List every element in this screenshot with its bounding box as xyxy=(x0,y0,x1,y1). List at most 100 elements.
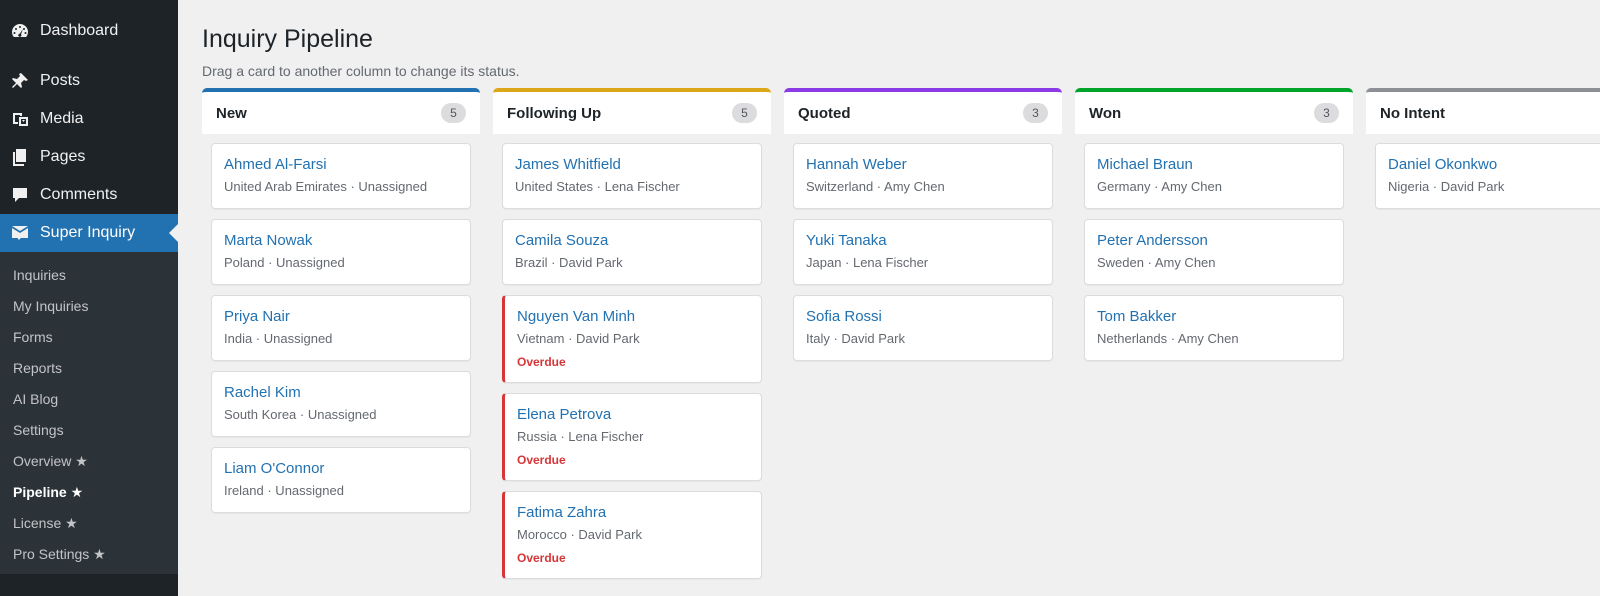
menu-dashboard[interactable]: Dashboard xyxy=(0,12,178,50)
column-title: No Intent xyxy=(1380,104,1445,122)
inquiry-card[interactable]: Elena Petrova Russia · Lena Fischer Overdu… xyxy=(502,393,762,481)
inquiry-name-link[interactable]: Liam O'Connor xyxy=(224,458,458,480)
inquiry-card[interactable]: Priya Nair India · Unassigned xyxy=(211,295,471,361)
column-header: Quoted 3 xyxy=(784,88,1062,134)
inquiry-card[interactable]: Peter Andersson Sweden · Amy Chen xyxy=(1084,219,1344,285)
submenu-settings[interactable]: Settings xyxy=(0,415,178,446)
inquiry-card[interactable]: Hannah Weber Switzerland · Amy Chen xyxy=(793,143,1053,209)
inquiry-meta: Japan · Lena Fischer xyxy=(806,255,929,270)
submenu-my-inquiries[interactable]: My Inquiries xyxy=(0,291,178,322)
main-content: Inquiry Pipeline Drag a card to another … xyxy=(178,0,1600,596)
inquiry-name-link[interactable]: Peter Andersson xyxy=(1097,230,1331,252)
column-cards: Ahmed Al-Farsi United Arab Emirates · Una… xyxy=(202,134,480,513)
inquiry-name-link[interactable]: Sofia Rossi xyxy=(806,306,1040,328)
column-cards: Hannah Weber Switzerland · Amy Chen Yuki T… xyxy=(784,134,1062,361)
column-cards: Michael Braun Germany · Amy Chen Peter And… xyxy=(1075,134,1353,361)
column-count-badge: 3 xyxy=(1314,103,1339,123)
inquiry-name-link[interactable]: Fatima Zahra xyxy=(517,502,749,524)
menu-super-inquiry-label: Super Inquiry xyxy=(40,224,136,241)
inquiry-meta: Nigeria · David Park xyxy=(1388,179,1505,194)
inquiry-card[interactable]: James Whitfield United States · Lena Fisc… xyxy=(502,143,762,209)
admin-sidebar: Dashboard Posts Media Pages Comments Sup… xyxy=(0,0,178,596)
submenu-reports[interactable]: Reports xyxy=(0,353,178,384)
submenu-pipeline[interactable]: Pipeline ★ xyxy=(0,477,178,508)
inquiry-card[interactable]: Camila Souza Brazil · David Park xyxy=(502,219,762,285)
submenu-forms[interactable]: Forms xyxy=(0,322,178,353)
overdue-flag: Overdue xyxy=(517,453,566,467)
inquiry-card[interactable]: Rachel Kim South Korea · Unassigned xyxy=(211,371,471,437)
inquiry-card[interactable]: Tom Bakker Netherlands · Amy Chen xyxy=(1084,295,1344,361)
inquiry-meta: Brazil · David Park xyxy=(515,255,623,270)
column-header: Following Up 5 xyxy=(493,88,771,134)
inquiry-card[interactable]: Michael Braun Germany · Amy Chen xyxy=(1084,143,1344,209)
inquiry-name-link[interactable]: Ahmed Al-Farsi xyxy=(224,154,458,176)
column-count-badge: 5 xyxy=(441,103,466,123)
super-inquiry-icon xyxy=(10,223,30,243)
pipeline-column: New 5 Ahmed Al-Farsi United Arab Emirates ·… xyxy=(202,88,480,589)
inquiry-meta: United Arab Emirates · Unassigned xyxy=(224,179,428,194)
inquiry-card[interactable]: Marta Nowak Poland · Unassigned xyxy=(211,219,471,285)
inquiry-meta: Russia · Lena Fischer xyxy=(517,429,644,444)
inquiry-name-link[interactable]: Nguyen Van Minh xyxy=(517,306,749,328)
column-title: Quoted xyxy=(798,104,851,122)
submenu-ai-blog[interactable]: AI Blog xyxy=(0,384,178,415)
inquiry-name-link[interactable]: Marta Nowak xyxy=(224,230,458,252)
inquiry-name-link[interactable]: Daniel Okonkwo xyxy=(1388,154,1600,176)
menu-dashboard-label: Dashboard xyxy=(40,22,119,39)
submenu-inquiries[interactable]: Inquiries xyxy=(0,260,178,291)
menu-media-label: Media xyxy=(40,110,84,127)
inquiry-name-link[interactable]: Priya Nair xyxy=(224,306,458,328)
inquiry-card[interactable]: Liam O'Connor Ireland · Unassigned xyxy=(211,447,471,513)
submenu-overview[interactable]: Overview ★ xyxy=(0,446,178,477)
inquiry-meta: Netherlands · Amy Chen xyxy=(1097,331,1239,346)
menu-comments-label: Comments xyxy=(40,186,118,203)
inquiry-meta: Ireland · Unassigned xyxy=(224,483,344,498)
comment-icon xyxy=(10,185,30,205)
inquiry-card[interactable]: Yuki Tanaka Japan · Lena Fischer xyxy=(793,219,1053,285)
inquiry-name-link[interactable]: Camila Souza xyxy=(515,230,749,252)
overdue-flag: Overdue xyxy=(517,355,566,369)
inquiry-meta: Sweden · Amy Chen xyxy=(1097,255,1216,270)
menu-posts-label: Posts xyxy=(40,72,81,89)
pin-icon xyxy=(10,71,30,91)
inquiry-meta: Germany · Amy Chen xyxy=(1097,179,1222,194)
inquiry-card[interactable]: Sofia Rossi Italy · David Park xyxy=(793,295,1053,361)
inquiry-name-link[interactable]: Hannah Weber xyxy=(806,154,1040,176)
pipeline-column: Quoted 3 Hannah Weber Switzerland · Amy Che… xyxy=(784,88,1062,589)
inquiry-card[interactable]: Fatima Zahra Morocco · David Park Overdue xyxy=(502,491,762,579)
menu-pages[interactable]: Pages xyxy=(0,138,178,176)
submenu-license[interactable]: License ★ xyxy=(0,508,178,539)
column-header: Won 3 xyxy=(1075,88,1353,134)
submenu-pro-settings[interactable]: Pro Settings ★ xyxy=(0,539,178,570)
column-count-badge: 5 xyxy=(732,103,757,123)
inquiry-meta: Switzerland · Amy Chen xyxy=(806,179,945,194)
inquiry-meta: Italy · David Park xyxy=(806,331,905,346)
inquiry-name-link[interactable]: Tom Bakker xyxy=(1097,306,1331,328)
column-count-badge: 3 xyxy=(1023,103,1048,123)
inquiry-meta: Morocco · David Park xyxy=(517,527,642,542)
inquiry-meta: India · Unassigned xyxy=(224,331,333,346)
column-header: New 5 xyxy=(202,88,480,134)
menu-posts[interactable]: Posts xyxy=(0,62,178,100)
inquiry-card[interactable]: Ahmed Al-Farsi United Arab Emirates · Una… xyxy=(211,143,471,209)
column-cards: Daniel Okonkwo Nigeria · David Park xyxy=(1366,134,1600,209)
inquiry-name-link[interactable]: Rachel Kim xyxy=(224,382,458,404)
inquiry-card[interactable]: Daniel Okonkwo Nigeria · David Park xyxy=(1375,143,1600,209)
inquiry-meta: United States · Lena Fischer xyxy=(515,179,680,194)
pipeline-column: No Intent Daniel Okonkwo Nigeria · David P… xyxy=(1366,88,1600,589)
inquiry-meta: Vietnam · David Park xyxy=(517,331,640,346)
super-inquiry-submenu: Inquiries My Inquiries Forms Reports AI … xyxy=(0,252,178,574)
menu-comments[interactable]: Comments xyxy=(0,176,178,214)
overdue-flag: Overdue xyxy=(517,551,566,565)
menu-super-inquiry[interactable]: Super Inquiry xyxy=(0,214,178,252)
menu-media[interactable]: Media xyxy=(0,100,178,138)
inquiry-name-link[interactable]: Michael Braun xyxy=(1097,154,1331,176)
pipeline-board: New 5 Ahmed Al-Farsi United Arab Emirates ·… xyxy=(202,88,1600,589)
inquiry-card[interactable]: Nguyen Van Minh Vietnam · David Park Overd… xyxy=(502,295,762,383)
dashboard-icon xyxy=(10,21,30,41)
inquiry-name-link[interactable]: James Whitfield xyxy=(515,154,749,176)
column-title: Following Up xyxy=(507,104,602,122)
column-title: New xyxy=(216,104,247,122)
inquiry-name-link[interactable]: Elena Petrova xyxy=(517,404,749,426)
inquiry-name-link[interactable]: Yuki Tanaka xyxy=(806,230,1040,252)
